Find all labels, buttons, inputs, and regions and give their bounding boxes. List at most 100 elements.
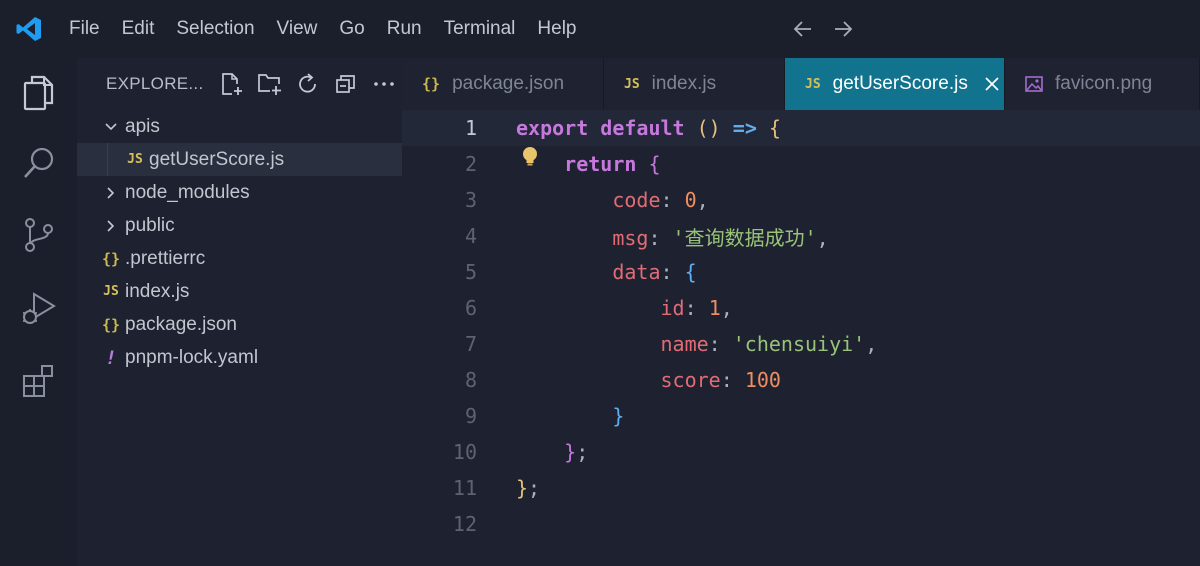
line-number: 5 [464, 260, 477, 284]
line-number: 8 [464, 368, 477, 392]
code-line: 8 score: 100 [402, 362, 1200, 398]
explorer-title: EXPLORE... [106, 74, 204, 93]
activity-bar [0, 58, 77, 566]
code-line: 11}; [402, 470, 1200, 506]
editor-tabs: {} package.json JS index.js JS getUserScore.j… [402, 58, 1200, 110]
code-text: } [612, 404, 625, 428]
js-file-icon: JS [805, 76, 821, 92]
collapse-all-icon[interactable] [333, 71, 359, 97]
json-file-icon: {} [101, 315, 121, 334]
more-actions-icon[interactable] [371, 71, 397, 97]
title-bar: File Edit Selection View Go Run Terminal Help [0, 0, 1200, 58]
tree-folder[interactable]: node_modules [77, 176, 402, 209]
code-line: 9 } [402, 398, 1200, 434]
line-number: 2 [464, 152, 477, 176]
tree-item-label: package.json [125, 313, 237, 335]
tree-item-label: .prettierrc [125, 247, 206, 269]
close-icon[interactable] [982, 74, 1002, 94]
tree-file[interactable]: ! pnpm-lock.yaml [77, 341, 402, 374]
explorer-header: EXPLORE... [77, 58, 402, 110]
code-text: name: 'chensuiyi', [660, 332, 878, 356]
code-line: 10 }; [402, 434, 1200, 470]
code-text: id: 1, [660, 296, 733, 320]
tree-folder[interactable]: public [77, 209, 402, 242]
line-number: 4 [464, 224, 477, 248]
menu-view[interactable]: View [266, 18, 329, 40]
code-text: }; [516, 476, 541, 500]
tab-getuserscore-js[interactable]: JS getUserScore.js [785, 58, 1005, 110]
refresh-icon[interactable] [295, 71, 321, 97]
image-file-icon [1025, 76, 1043, 92]
menu-edit[interactable]: Edit [111, 18, 166, 40]
js-file-icon: JS [103, 284, 119, 299]
code-text: code: 0, [612, 188, 709, 212]
tree-file[interactable]: JS index.js [77, 275, 402, 308]
menu-terminal[interactable]: Terminal [433, 18, 527, 40]
tree-item-label: index.js [125, 280, 190, 302]
line-number: 11 [452, 476, 477, 500]
menu-run[interactable]: Run [376, 18, 433, 40]
new-folder-icon[interactable] [257, 71, 283, 97]
menu-selection[interactable]: Selection [165, 18, 265, 40]
code-line: 5 data: { [402, 254, 1200, 290]
new-file-icon[interactable] [219, 71, 245, 97]
indent-guide [107, 143, 108, 176]
code-line: 12 [402, 506, 1200, 542]
tab-package-json[interactable]: {} package.json [402, 58, 604, 110]
navigation-arrows [790, 16, 856, 42]
code-line: 6 id: 1, [402, 290, 1200, 326]
tab-label: getUserScore.js [832, 73, 968, 94]
source-control-icon[interactable] [14, 210, 64, 260]
explorer-sidebar: EXPLORE... apis JS getUserScore.js node_mod… [77, 58, 402, 566]
menu-go[interactable]: Go [328, 18, 375, 40]
explorer-toolbar [219, 71, 397, 97]
js-file-icon: JS [624, 76, 640, 92]
json-file-icon: {} [422, 75, 441, 93]
tab-index-js[interactable]: JS index.js [604, 58, 785, 110]
code-line: 7 name: 'chensuiyi', [402, 326, 1200, 362]
tab-label: favicon.png [1055, 73, 1153, 94]
vscode-logo-icon [0, 0, 58, 58]
tab-label: index.js [651, 73, 717, 94]
code-line: 1 export default () => { [402, 110, 1200, 146]
tree-file[interactable]: JS getUserScore.js [77, 143, 402, 176]
extensions-icon[interactable] [14, 356, 64, 406]
code-text: data: { [612, 260, 697, 284]
tree-item-label: apis [125, 115, 160, 137]
tab-label: package.json [452, 73, 565, 94]
tree-file[interactable]: {} package.json [77, 308, 402, 341]
search-icon[interactable] [14, 138, 64, 188]
code-line: 4 msg: '查询数据成功', [402, 218, 1200, 254]
tree-item-label: node_modules [125, 181, 250, 203]
run-and-debug-icon[interactable] [14, 284, 64, 334]
line-number: 9 [464, 404, 477, 428]
tree-file[interactable]: {} .prettierrc [77, 242, 402, 275]
menu-bar: File Edit Selection View Go Run Terminal Help [58, 0, 588, 58]
menu-file[interactable]: File [58, 18, 111, 40]
tree-item-label: public [125, 214, 175, 236]
line-number: 10 [452, 440, 477, 464]
code-text: score: 100 [660, 368, 781, 392]
code-text: export default () => { [516, 116, 781, 140]
tab-favicon-png[interactable]: favicon.png [1005, 58, 1200, 110]
code-editor[interactable]: 1 export default () => { 2 return { 3 code:… [402, 110, 1200, 566]
menu-help[interactable]: Help [526, 18, 587, 40]
json-file-icon: {} [101, 249, 121, 268]
line-number: 7 [464, 332, 477, 356]
code-line: 3 code: 0, [402, 182, 1200, 218]
line-number: 3 [464, 188, 477, 212]
chevron-right-icon [99, 185, 123, 201]
line-number: 12 [452, 512, 477, 536]
go-back-arrow-icon[interactable] [790, 16, 816, 42]
code-text: }; [564, 440, 589, 464]
go-forward-arrow-icon[interactable] [830, 16, 856, 42]
chevron-down-icon [99, 119, 123, 135]
explorer-files-icon[interactable] [14, 68, 64, 118]
js-file-icon: JS [127, 152, 143, 167]
code-text: msg: '查询数据成功', [612, 225, 829, 250]
code-text: return { [564, 152, 661, 176]
line-number: 1 [464, 116, 477, 140]
tree-item-label: getUserScore.js [149, 148, 285, 170]
tree-item-label: pnpm-lock.yaml [125, 346, 259, 368]
tree-folder[interactable]: apis [77, 110, 402, 143]
